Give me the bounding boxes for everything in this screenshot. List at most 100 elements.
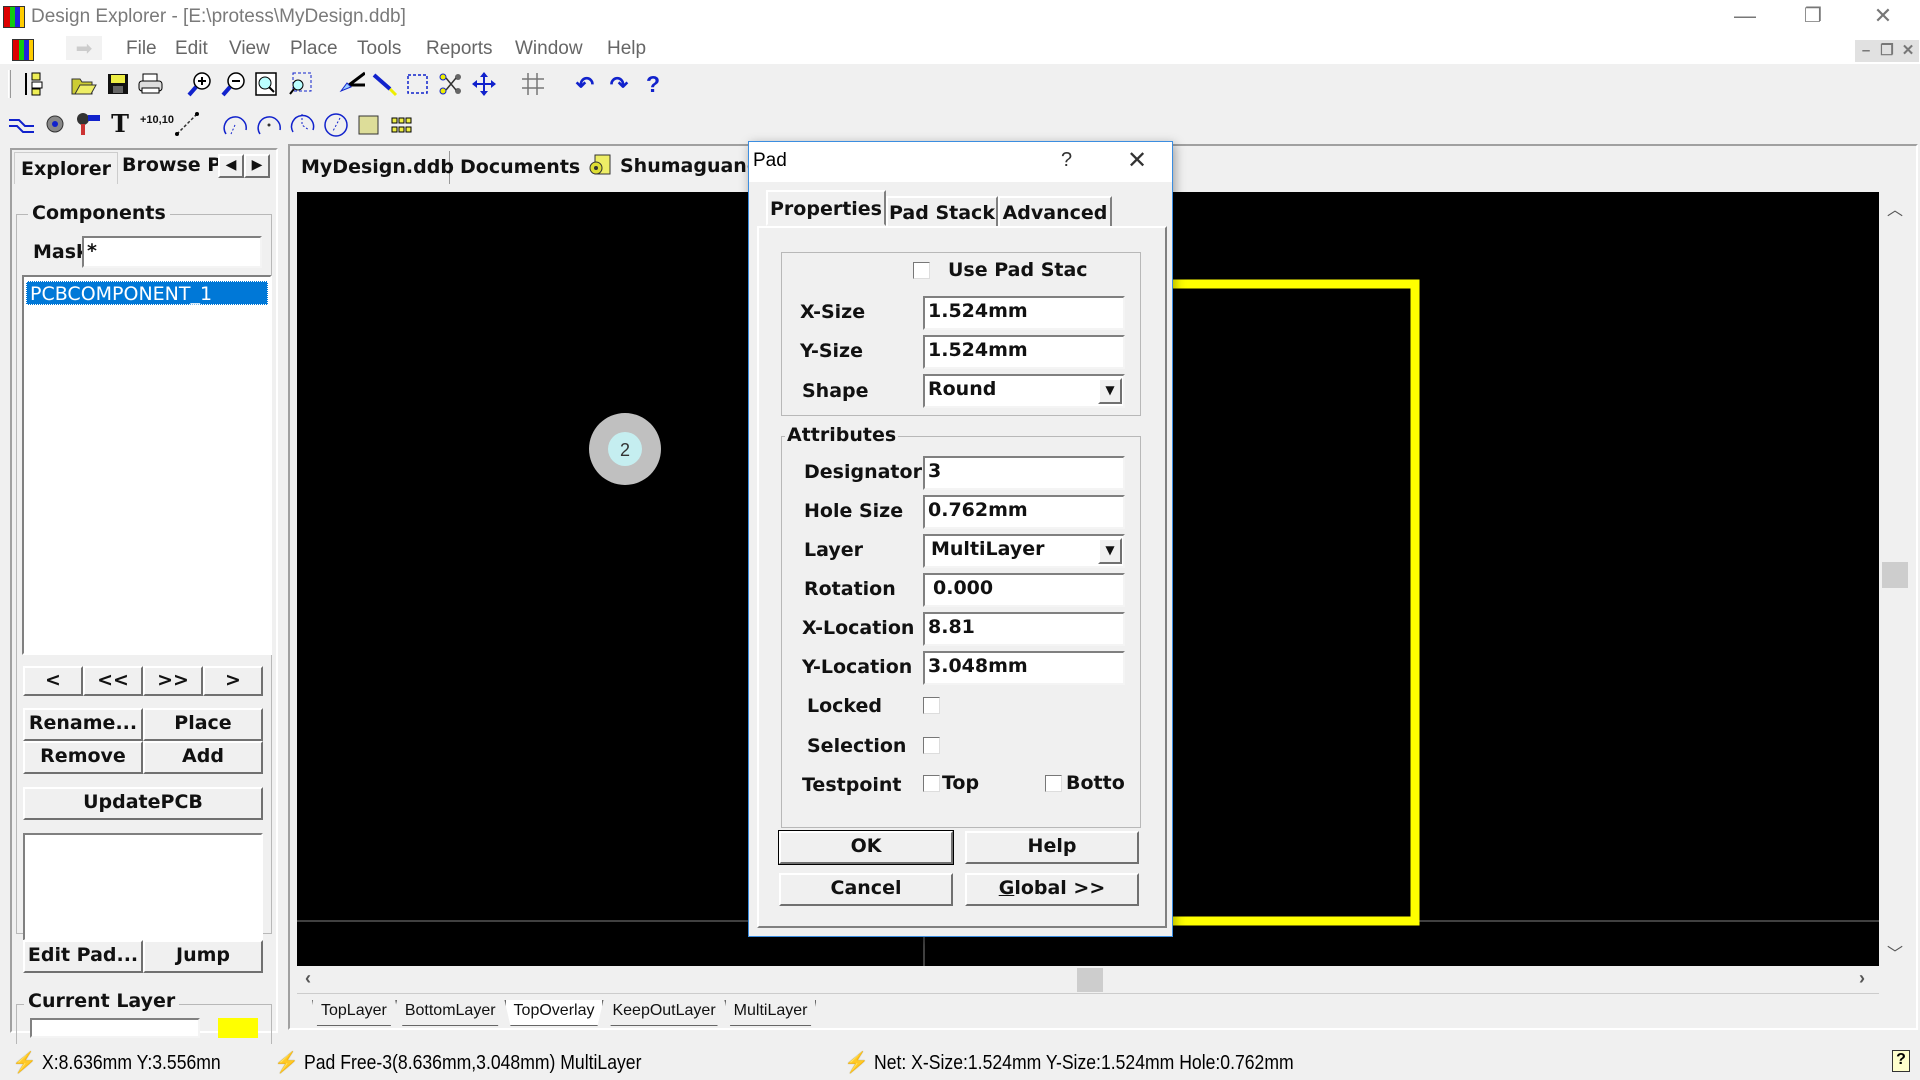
primitives-list[interactable] — [23, 833, 263, 941]
current-layer-select[interactable] — [30, 1018, 200, 1038]
nav-prev-button[interactable]: << — [83, 666, 143, 696]
global-button[interactable]: Global >> — [965, 873, 1139, 906]
scroll-left-icon[interactable]: ‹ — [305, 968, 311, 989]
mdi-restore-button[interactable]: ❐ — [1876, 40, 1898, 62]
menu-file[interactable]: File — [126, 38, 157, 60]
zoom-fit-icon[interactable] — [254, 71, 280, 97]
selection-checkbox[interactable] — [923, 737, 940, 754]
help-button[interactable]: Help — [965, 831, 1139, 864]
tab-advanced[interactable]: Advanced — [998, 196, 1112, 228]
menu-place[interactable]: Place — [290, 38, 338, 60]
arc-edge-icon[interactable] — [256, 112, 282, 138]
tab-scroll-left-button[interactable]: ◀ — [218, 154, 244, 178]
nav-first-button[interactable]: < — [23, 666, 83, 696]
place-button[interactable]: Place — [143, 708, 263, 741]
minimize-button[interactable]: — — [1710, 0, 1780, 34]
track-icon[interactable] — [8, 111, 34, 137]
doc-tab-mydesign[interactable]: MyDesign.ddb — [296, 151, 454, 184]
nav-last-button[interactable]: > — [203, 666, 263, 696]
redo-icon[interactable]: ↷ — [606, 72, 632, 98]
doc-tab-shumaguang[interactable]: Shumaguang — [620, 151, 750, 181]
layer-tab-keepoutlayer[interactable]: KeepOutLayer — [603, 1000, 725, 1026]
close-button[interactable]: ✕ — [1848, 0, 1918, 34]
menu-help[interactable]: Help — [607, 38, 646, 60]
tab-explorer[interactable]: Explorer — [14, 152, 118, 184]
zoom-in-icon[interactable] — [187, 71, 213, 97]
scroll-up-icon[interactable]: ︿ — [1887, 196, 1903, 220]
print-icon[interactable] — [138, 71, 164, 97]
shape-select[interactable]: Round ▼ — [923, 374, 1125, 408]
help-icon[interactable]: ? — [640, 71, 666, 97]
layer-tab-bottomlayer[interactable]: BottomLayer — [395, 1000, 505, 1026]
y-size-input[interactable]: 1.524mm — [923, 335, 1125, 369]
grid-icon[interactable] — [520, 71, 546, 97]
horizontal-scrollbar[interactable]: ‹ › — [297, 966, 1879, 994]
ok-button[interactable]: OK — [778, 830, 954, 865]
layer-tab-toplayer[interactable]: TopLayer — [312, 1000, 396, 1026]
tab-scroll-right-button[interactable]: ▶ — [244, 154, 270, 178]
locked-checkbox[interactable] — [923, 697, 940, 714]
mdi-close-button[interactable]: ✕ — [1897, 40, 1919, 62]
testpoint-bottom-checkbox[interactable] — [1045, 775, 1062, 792]
rename-button[interactable]: Rename... — [23, 708, 143, 741]
coordinate-icon[interactable]: +10,10 — [140, 114, 174, 126]
update-pcb-button[interactable]: UpdatePCB — [23, 787, 263, 820]
menu-window[interactable]: Window — [515, 38, 583, 60]
deselect-icon[interactable] — [438, 71, 464, 97]
hole-size-input[interactable]: 0.762mm — [923, 495, 1125, 529]
restore-button[interactable]: ❐ — [1778, 0, 1848, 34]
pad-icon[interactable] — [75, 111, 101, 137]
array-icon[interactable] — [389, 112, 415, 138]
tab-browse-pcblib[interactable]: Browse P — [122, 150, 226, 184]
zoom-area-icon[interactable] — [287, 71, 313, 97]
vertical-scrollbar[interactable]: ︿ ﹀ — [1879, 192, 1913, 966]
scroll-right-icon[interactable]: › — [1859, 968, 1865, 989]
arc-any-icon[interactable] — [289, 112, 315, 138]
dimension-icon[interactable] — [174, 111, 200, 137]
layer-select[interactable]: MultiLayer ▼ — [923, 534, 1125, 568]
doc-tab-documents[interactable]: Documents — [454, 151, 586, 184]
arc-center-icon[interactable] — [222, 112, 248, 138]
context-help-icon[interactable]: ? — [1892, 1050, 1910, 1072]
undo-icon[interactable]: ↶ — [572, 72, 598, 98]
list-item[interactable]: PCBCOMPONENT_1 — [26, 281, 268, 305]
move-icon[interactable] — [471, 71, 497, 97]
vertical-scroll-thumb[interactable] — [1882, 562, 1908, 588]
dialog-help-button[interactable]: ? — [1061, 149, 1072, 172]
mask-input[interactable]: * — [82, 236, 262, 268]
y-location-input[interactable]: 3.048mm — [923, 651, 1125, 685]
scroll-down-icon[interactable]: ﹀ — [1887, 940, 1903, 964]
shape-dropdown-icon[interactable]: ▼ — [1098, 378, 1122, 404]
menu-reports[interactable]: Reports — [426, 38, 493, 60]
x-location-input[interactable]: 8.81 — [923, 612, 1125, 646]
design-manager-icon[interactable] — [21, 71, 47, 97]
layer-dropdown-icon[interactable]: ▼ — [1098, 538, 1122, 564]
menu-edit[interactable]: Edit — [175, 38, 208, 60]
pick-icon[interactable] — [372, 71, 398, 97]
remove-button[interactable]: Remove — [23, 741, 143, 774]
use-pad-stack-checkbox[interactable] — [913, 262, 930, 279]
edit-pad-button[interactable]: Edit Pad... — [23, 940, 143, 973]
rotation-input[interactable]: 0.000 — [923, 573, 1125, 607]
select-area-icon[interactable] — [405, 71, 431, 97]
horizontal-scroll-thumb[interactable] — [1077, 968, 1103, 992]
open-icon[interactable] — [71, 71, 97, 97]
layer-tab-topoverlay[interactable]: TopOverlay — [504, 1000, 604, 1026]
menu-tools[interactable]: Tools — [357, 38, 401, 60]
zoom-out-icon[interactable] — [221, 71, 247, 97]
string-icon[interactable]: T — [107, 109, 133, 138]
via-icon[interactable] — [42, 111, 68, 137]
nav-next-button[interactable]: >> — [143, 666, 203, 696]
designator-input[interactable]: 3 — [923, 456, 1125, 490]
dialog-close-button[interactable]: ✕ — [1127, 146, 1147, 175]
jump-button[interactable]: Jump — [143, 940, 263, 973]
component-list[interactable]: PCBCOMPONENT_1 — [22, 275, 272, 655]
fill-icon[interactable] — [356, 112, 382, 138]
cut-icon[interactable] — [339, 71, 365, 97]
layer-tab-multilayer[interactable]: MultiLayer — [724, 1000, 817, 1026]
menu-view[interactable]: View — [229, 38, 270, 60]
document-app-icon[interactable] — [12, 39, 34, 61]
toolbar-grip[interactable] — [8, 70, 11, 98]
testpoint-top-checkbox[interactable] — [923, 775, 940, 792]
add-button[interactable]: Add — [143, 741, 263, 774]
